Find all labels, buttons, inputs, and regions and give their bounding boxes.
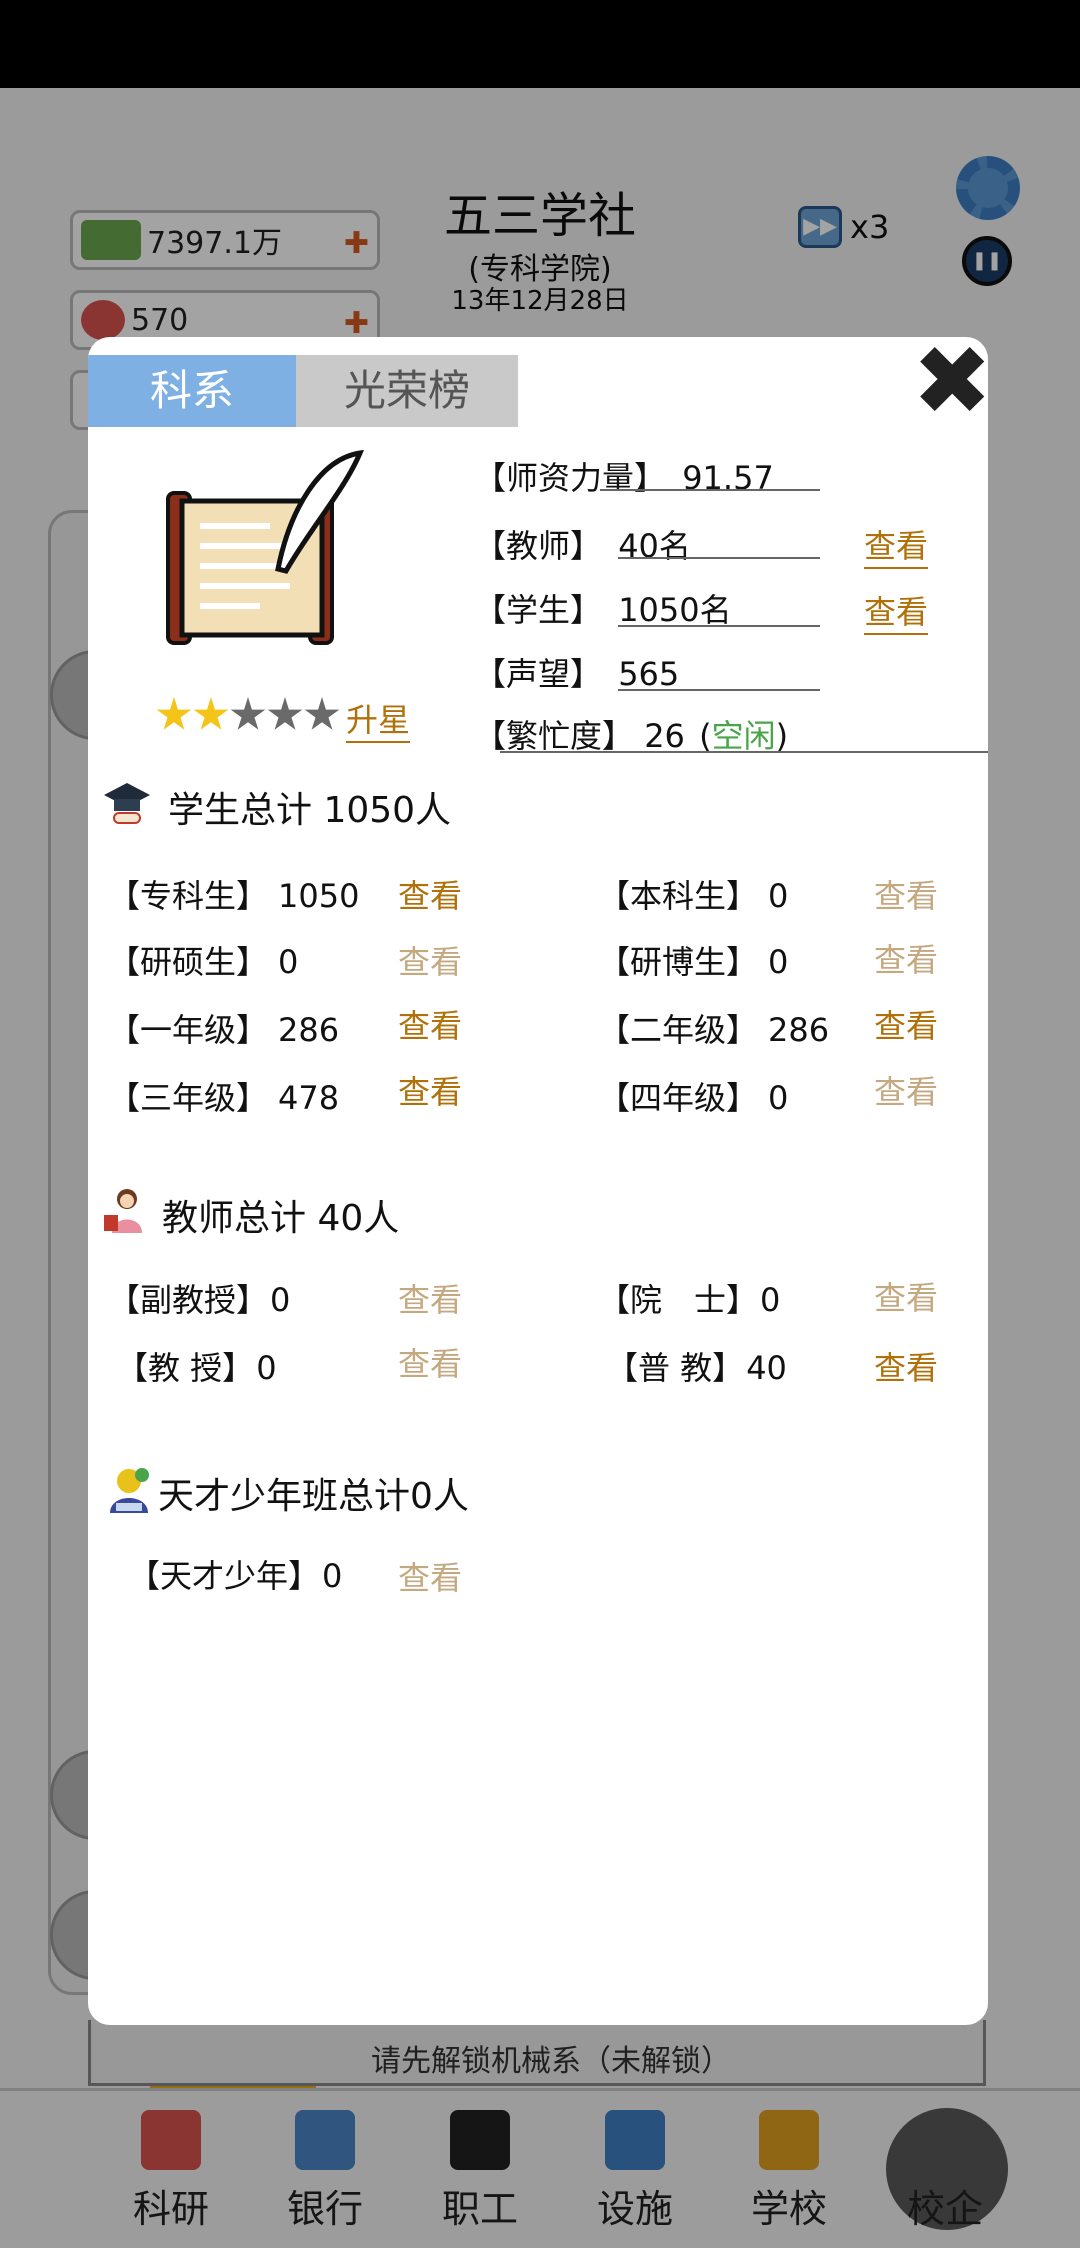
star-empty-icon [304, 697, 340, 730]
view-grade2-link[interactable]: 查看 [874, 1001, 938, 1047]
busy-label: 【繁忙度】 [474, 717, 635, 755]
star-empty-icon [267, 697, 303, 730]
teachers-total-title: 教师总计 40人 [162, 1198, 400, 1239]
teacher-rank-label: 【教 授】0 [116, 1349, 277, 1387]
view-masters-link[interactable]: 查看 [398, 937, 462, 983]
star-empty-icon [230, 697, 266, 730]
view-grade3-link[interactable]: 查看 [398, 1067, 462, 1113]
underline [600, 489, 820, 491]
view-academician-link[interactable]: 查看 [874, 1273, 938, 1319]
view-assoc-prof-link[interactable]: 查看 [398, 1275, 462, 1321]
upgrade-star-link[interactable]: 升星 [346, 695, 411, 743]
underline [618, 557, 820, 559]
student-grade-label: 【一年级】 286 [108, 1011, 340, 1049]
teachers-value: 40名 [618, 527, 691, 565]
scroll-quill-icon [166, 449, 365, 645]
teacher-rank-label: 【院 士】0 [598, 1281, 781, 1319]
busy-value: 26 [644, 717, 685, 755]
student-grade-label: 【三年级】 478 [108, 1079, 340, 1117]
view-undergrad-link[interactable]: 查看 [874, 871, 938, 917]
teacher-rank-label: 【副教授】0 [108, 1281, 291, 1319]
view-professor-link[interactable]: 查看 [398, 1339, 462, 1385]
view-vocational-link[interactable]: 查看 [398, 871, 462, 917]
view-grade1-link[interactable]: 查看 [398, 1001, 462, 1047]
view-general-teacher-link[interactable]: 查看 [874, 1343, 938, 1389]
underline [500, 751, 988, 753]
gifted-label: 【天才少年】0 [128, 1557, 343, 1595]
student-type-label: 【本科生】 0 [598, 877, 789, 915]
student-grade-label: 【四年级】 0 [598, 1079, 789, 1117]
teacher-icon [104, 1189, 142, 1233]
view-gifted-link[interactable]: 查看 [398, 1553, 462, 1599]
star-rating [156, 697, 341, 733]
view-grade4-link[interactable]: 查看 [874, 1067, 938, 1113]
students-value: 1050名 [618, 591, 732, 629]
teacher-rank-label: 【普 教】40 [606, 1349, 787, 1387]
faculty-strength-value: 91.57 [682, 459, 774, 497]
busy-status: 空闲 [711, 717, 776, 755]
gifted-total-title: 天才少年班总计0人 [158, 1476, 469, 1517]
graduation-cap-icon [104, 783, 150, 824]
tab-honor-roll[interactable]: 光荣榜 [296, 355, 518, 427]
tab-department[interactable]: 科系 [88, 355, 296, 427]
status-bar [0, 0, 1080, 88]
student-type-label: 【专科生】 1050 [108, 877, 360, 915]
department-modal: 科系 光荣榜 升星 【师资力量】 91.57 【教师】 40名 查看 【学生】 … [88, 337, 988, 2025]
view-students-link[interactable]: 查看 [864, 587, 929, 635]
student-type-label: 【研博生】 0 [598, 943, 789, 981]
busy-paren-open: ( [699, 717, 712, 755]
underline [618, 689, 820, 691]
star-filled-icon [193, 697, 229, 730]
view-phd-link[interactable]: 查看 [874, 935, 938, 981]
close-icon[interactable]: ✖ [912, 333, 992, 429]
faculty-strength-label: 【师资力量】 [474, 459, 667, 497]
teachers-label: 【教师】 [474, 527, 603, 565]
busy-paren-close: ) [775, 717, 789, 755]
star-filled-icon [156, 697, 192, 730]
gifted-student-icon [110, 1468, 149, 1513]
student-grade-label: 【二年级】 286 [598, 1011, 830, 1049]
reputation-label: 【声望】 [474, 655, 603, 693]
teachers-row: 【教师】 40名 [474, 521, 691, 567]
underline [618, 625, 820, 627]
student-type-label: 【研硕生】 0 [108, 943, 299, 981]
students-label: 【学生】 [474, 591, 603, 629]
students-total-title: 学生总计 1050人 [168, 790, 452, 831]
faculty-strength-row: 【师资力量】 91.57 [474, 453, 774, 499]
reputation-value: 565 [618, 655, 680, 693]
view-teachers-link[interactable]: 查看 [864, 521, 929, 569]
